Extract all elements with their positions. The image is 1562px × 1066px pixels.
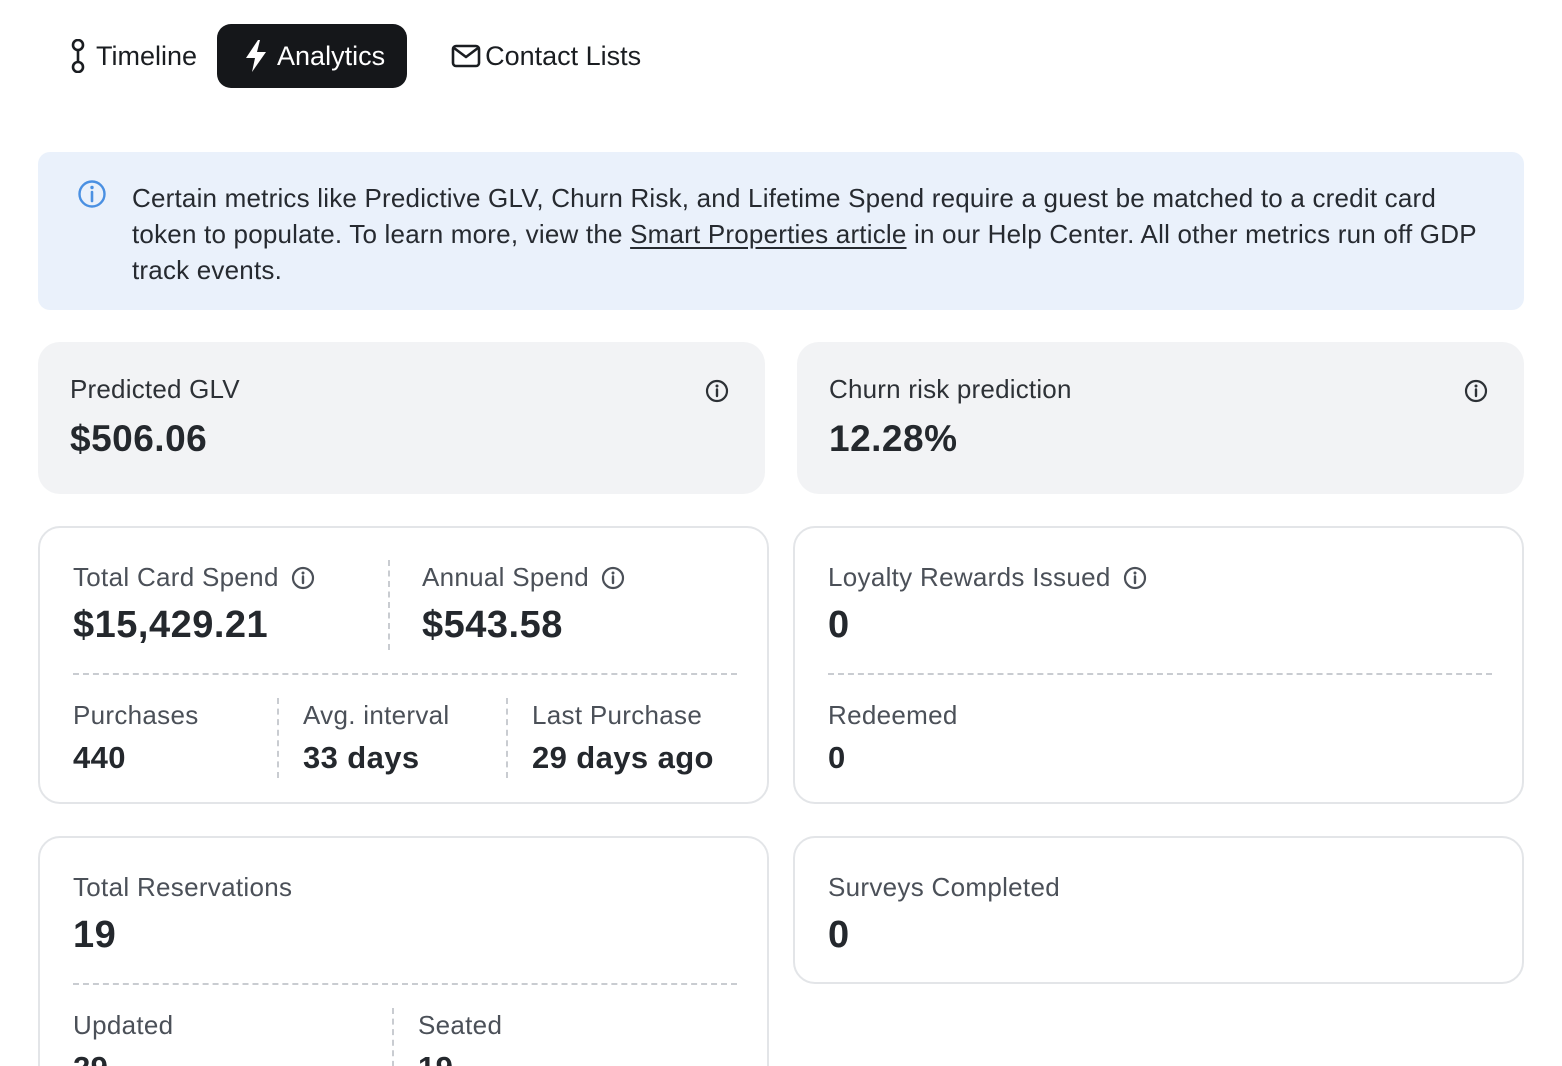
smart-properties-link[interactable]: Smart Properties article bbox=[630, 219, 906, 249]
tab-analytics[interactable]: Analytics bbox=[217, 24, 408, 88]
timeline-icon bbox=[68, 39, 88, 73]
redeemed-label: Redeemed bbox=[828, 700, 958, 730]
predicted-glv-value: $506.06 bbox=[70, 418, 208, 459]
info-icon[interactable] bbox=[1123, 566, 1147, 590]
predicted-glv-card: Predicted GLV $506.06 bbox=[38, 342, 765, 494]
divider bbox=[73, 673, 737, 675]
tab-bar: Timeline Analytics Contact Lists bbox=[50, 24, 661, 88]
divider bbox=[388, 560, 390, 650]
card-spend-card: Total Card Spend $15,429.21 Annual Spend bbox=[38, 526, 769, 804]
churn-risk-label: Churn risk prediction bbox=[829, 374, 1072, 404]
divider bbox=[277, 698, 279, 778]
divider bbox=[73, 983, 737, 985]
tab-timeline-label: Timeline bbox=[96, 40, 198, 71]
surveys-completed-value: 0 bbox=[828, 914, 850, 956]
churn-risk-card: Churn risk prediction 12.28% bbox=[797, 342, 1524, 494]
tab-contact-lists[interactable]: Contact Lists bbox=[407, 24, 661, 88]
last-purchase-value: 29 days ago bbox=[532, 740, 714, 775]
info-icon[interactable] bbox=[601, 566, 625, 590]
purchases-label: Purchases bbox=[73, 700, 199, 730]
total-card-spend-label-text: Total Card Spend bbox=[73, 562, 279, 592]
predicted-glv-label: Predicted GLV bbox=[70, 374, 240, 404]
info-circle-icon bbox=[77, 179, 107, 214]
avg-interval-label: Avg. interval bbox=[303, 700, 450, 730]
updated-label: Updated bbox=[73, 1010, 174, 1040]
loyalty-card: Loyalty Rewards Issued 0 Redeemed 0 bbox=[793, 526, 1524, 804]
total-reservations-value: 19 bbox=[73, 914, 117, 956]
info-icon[interactable] bbox=[291, 566, 315, 590]
last-purchase-label: Last Purchase bbox=[532, 700, 703, 730]
tab-analytics-label: Analytics bbox=[277, 40, 386, 71]
avg-interval-value: 33 days bbox=[303, 740, 420, 775]
loyalty-rewards-label-text: Loyalty Rewards Issued bbox=[828, 562, 1111, 592]
info-icon[interactable] bbox=[705, 379, 729, 408]
mail-icon bbox=[451, 44, 481, 68]
banner-message: Certain metrics like Predictive GLV, Chu… bbox=[132, 180, 1484, 288]
seated-label: Seated bbox=[418, 1010, 503, 1040]
analytics-page: Timeline Analytics Contact Lists Certain… bbox=[0, 0, 1562, 1066]
loyalty-rewards-value: 0 bbox=[828, 604, 850, 646]
surveys-card: Surveys Completed 0 bbox=[793, 836, 1524, 984]
annual-spend-label-text: Annual Spend bbox=[422, 562, 589, 592]
info-banner: Certain metrics like Predictive GLV, Chu… bbox=[38, 152, 1524, 310]
reservations-card: Total Reservations 19 Updated 29 Seated … bbox=[38, 836, 769, 1066]
divider bbox=[506, 698, 508, 778]
tab-timeline[interactable]: Timeline bbox=[50, 24, 217, 88]
info-icon[interactable] bbox=[1464, 379, 1488, 408]
purchases-value: 440 bbox=[73, 740, 126, 775]
lightning-icon bbox=[243, 39, 269, 73]
redeemed-value: 0 bbox=[828, 740, 846, 775]
total-reservations-label: Total Reservations bbox=[73, 872, 293, 902]
total-card-spend-label: Total Card Spend bbox=[73, 562, 315, 593]
divider bbox=[392, 1008, 394, 1066]
total-card-spend-value: $15,429.21 bbox=[73, 604, 269, 646]
annual-spend-value: $543.58 bbox=[422, 604, 563, 646]
seated-value: 19 bbox=[418, 1050, 453, 1066]
annual-spend-label: Annual Spend bbox=[422, 562, 625, 593]
churn-risk-value: 12.28% bbox=[829, 418, 958, 459]
loyalty-rewards-label: Loyalty Rewards Issued bbox=[828, 562, 1147, 593]
updated-value: 29 bbox=[73, 1050, 108, 1066]
surveys-completed-label: Surveys Completed bbox=[828, 872, 1060, 902]
tab-contact-lists-label: Contact Lists bbox=[485, 40, 642, 71]
divider bbox=[828, 673, 1492, 675]
